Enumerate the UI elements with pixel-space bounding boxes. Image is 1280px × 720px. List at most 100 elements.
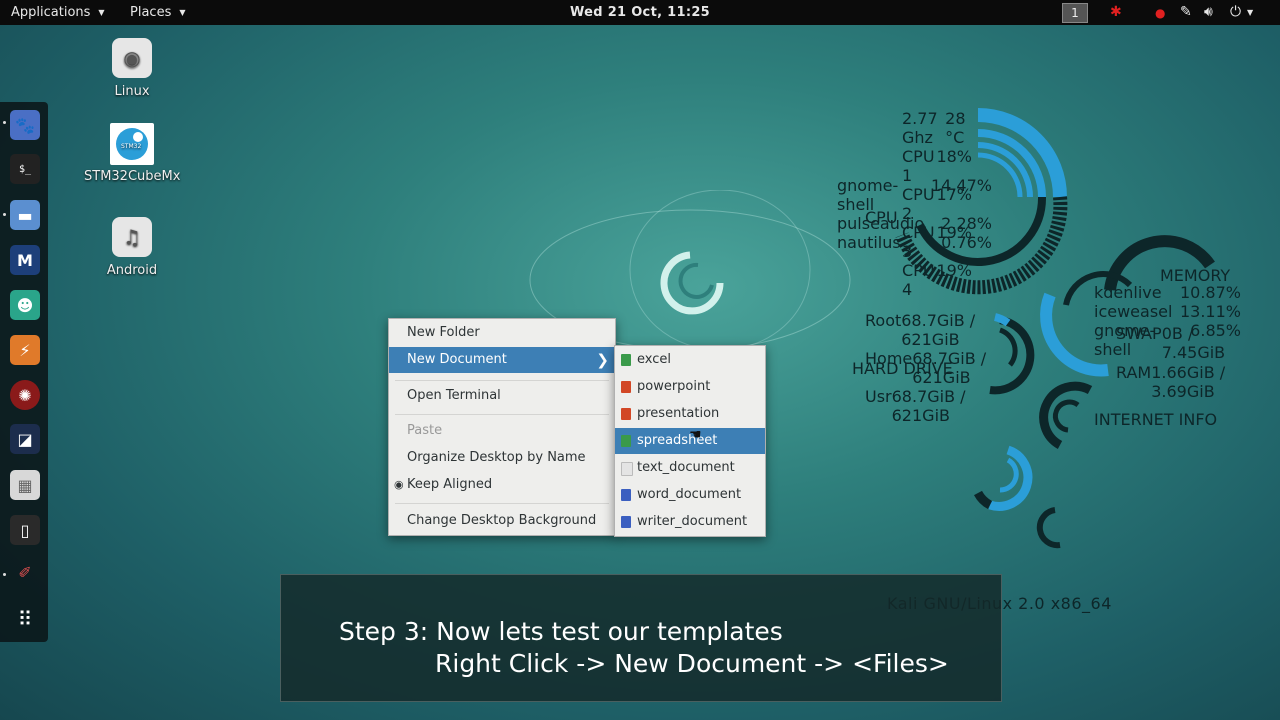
swap-label: SWAP <box>1116 324 1162 343</box>
swap-value: 0B / 7.45GiB <box>1161 324 1226 362</box>
clock[interactable]: Wed 21 Oct, 11:25 <box>0 5 1280 20</box>
keepnote-icon[interactable]: ▯ <box>10 515 40 545</box>
cpu-processes: gnome-shell 14.47% pulseaudio 2.28% nautil… <box>837 176 992 252</box>
music-icon: ♫ <box>112 217 152 257</box>
submenu-item-label: excel <box>637 352 671 367</box>
desktop-icon-label: STM32CubeMx <box>84 169 181 184</box>
menu-item-new-document[interactable]: New Document ❯ <box>389 347 615 373</box>
armitage-icon[interactable]: ☻ <box>10 290 40 320</box>
text-file-icon <box>621 462 633 476</box>
process-value: 10.87% <box>1179 283 1241 302</box>
menu-separator <box>395 414 609 415</box>
menu-item-organize-by-name[interactable]: Organize Desktop by Name <box>389 445 615 471</box>
dock: 🐾 $_ ▬ M ☻ ⚡ ✺ ◪ ▦ ▯ ✐ ⠿ <box>0 102 48 642</box>
cpu-freq: 2.77 Ghz <box>902 109 938 147</box>
workspace-indicator[interactable]: 1 <box>1062 3 1088 23</box>
hand-cursor-icon: ☚ <box>689 427 702 443</box>
desktop-icon-label: Linux <box>114 84 150 99</box>
internet-info-title: INTERNET INFO <box>1094 410 1218 429</box>
desktop-icon-linux[interactable]: ◉ Linux <box>84 38 180 99</box>
running-indicator <box>3 213 6 216</box>
menu-item-label: Keep Aligned <box>407 477 493 492</box>
chevron-right-icon: ❯ <box>596 351 609 369</box>
word-file-icon <box>621 489 631 501</box>
submenu-item-excel[interactable]: excel <box>615 347 765 373</box>
stm32-icon: STM32 <box>110 123 154 165</box>
submenu-item-writer-document[interactable]: writer_document <box>615 509 765 535</box>
process-value: 14.47% <box>930 176 992 195</box>
process-value: 2.28% <box>941 214 992 233</box>
tool-icon[interactable]: ✐ <box>10 557 40 587</box>
settings-icon[interactable]: ▦ <box>10 470 40 500</box>
submenu-item-label: powerpoint <box>637 379 711 394</box>
word-file-icon <box>621 516 631 528</box>
cpu-value: 19% <box>936 261 972 280</box>
brush-icon[interactable]: ✎ <box>1180 4 1192 20</box>
desktop-icon-stm32cubemx[interactable]: STM32 STM32CubeMx <box>84 123 180 184</box>
record-icon[interactable]: ● <box>1155 6 1165 20</box>
power-icon[interactable]: ⏻ <box>1230 4 1241 20</box>
menu-item-open-terminal[interactable]: Open Terminal <box>389 383 615 409</box>
process-name: iceweasel <box>1094 302 1173 321</box>
menu-item-label: Paste <box>407 423 443 438</box>
files-icon[interactable]: ▬ <box>10 200 40 230</box>
menu-item-paste: Paste <box>389 418 615 444</box>
caption-line-2: Right Click -> New Document -> <Files> <box>435 649 949 678</box>
disk-icon: ◉ <box>112 38 152 78</box>
hd-label: Root <box>865 311 902 330</box>
submenu-item-word-document[interactable]: word_document <box>615 482 765 508</box>
metasploit-icon[interactable]: M <box>10 245 40 275</box>
hd-value: 68.7GiB / 621GiB <box>891 387 966 425</box>
terminal-icon[interactable]: $_ <box>10 154 40 184</box>
process-name: nautilus <box>837 233 901 252</box>
submenu-item-spreadsheet[interactable]: spreadsheet ☚ <box>615 427 765 454</box>
process-value: 0.76% <box>941 233 992 252</box>
presentation-file-icon <box>621 408 631 420</box>
iceweasel-icon[interactable]: 🐾 <box>10 110 40 140</box>
menu-item-label: Organize Desktop by Name <box>407 450 586 465</box>
menu-separator <box>395 380 609 381</box>
volume-icon[interactable]: 🔊︎ <box>1204 4 1213 20</box>
desktop-context-menu: New Folder New Document ❯ Open Terminal … <box>388 318 616 536</box>
memory-usage: SWAP 0B / 7.45GiB RAM 1.66GiB / 3.69GiB <box>1116 324 1241 401</box>
menu-item-new-folder[interactable]: New Folder <box>389 320 615 346</box>
submenu-item-label: presentation <box>637 406 720 421</box>
process-value: 13.11% <box>1179 302 1241 321</box>
process-name: kdenlive <box>1094 283 1162 302</box>
menu-item-label: Change Desktop Background <box>407 513 597 528</box>
hard-drive-title: HARD DRIVE <box>852 359 953 378</box>
cpu-title: CPU <box>865 208 898 227</box>
maltego-icon[interactable]: ◪ <box>10 424 40 454</box>
submenu-item-label: spreadsheet <box>637 433 718 448</box>
presentation-file-icon <box>621 381 631 393</box>
chevron-down-icon[interactable]: ▼ <box>1247 8 1253 17</box>
svg-text:STM32: STM32 <box>121 143 141 150</box>
submenu-item-text-document[interactable]: text_document <box>615 455 765 481</box>
menu-separator <box>395 503 609 504</box>
submenu-item-label: word_document <box>637 487 742 502</box>
faraday-icon[interactable]: ✺ <box>10 380 40 410</box>
submenu-item-label: text_document <box>637 460 735 475</box>
menu-item-label: New Document <box>407 352 507 367</box>
desktop-icon-label: Android <box>106 263 158 278</box>
cpu-label: CPU 4 <box>902 261 935 299</box>
tutorial-caption: Step 3: Now lets test our templates Righ… <box>280 574 1002 702</box>
recorder-icon[interactable]: ✱ <box>1110 4 1122 20</box>
menu-item-label: Open Terminal <box>407 388 501 403</box>
cpu-temp: 28 °C <box>945 109 966 147</box>
show-apps-icon[interactable]: ⠿ <box>10 604 40 634</box>
menu-item-change-background[interactable]: Change Desktop Background <box>389 508 615 534</box>
desktop-icon-android[interactable]: ♫ Android <box>84 217 180 278</box>
menu-item-label: New Folder <box>407 325 480 340</box>
menu-item-keep-aligned[interactable]: ◉ Keep Aligned <box>389 472 615 498</box>
top-bar: Applications ▼ Places ▼ Wed 21 Oct, 11:2… <box>0 0 1280 25</box>
caption-line-1: Step 3: Now lets test our templates <box>339 617 783 646</box>
radio-checked-icon: ◉ <box>394 478 404 491</box>
burpsuite-icon[interactable]: ⚡ <box>10 335 40 365</box>
hd-label: Usr <box>865 387 892 406</box>
submenu-item-powerpoint[interactable]: powerpoint <box>615 374 765 400</box>
ram-label: RAM <box>1116 363 1152 382</box>
submenu-item-label: writer_document <box>637 514 748 529</box>
running-indicator <box>3 121 6 124</box>
spreadsheet-file-icon <box>621 354 631 366</box>
